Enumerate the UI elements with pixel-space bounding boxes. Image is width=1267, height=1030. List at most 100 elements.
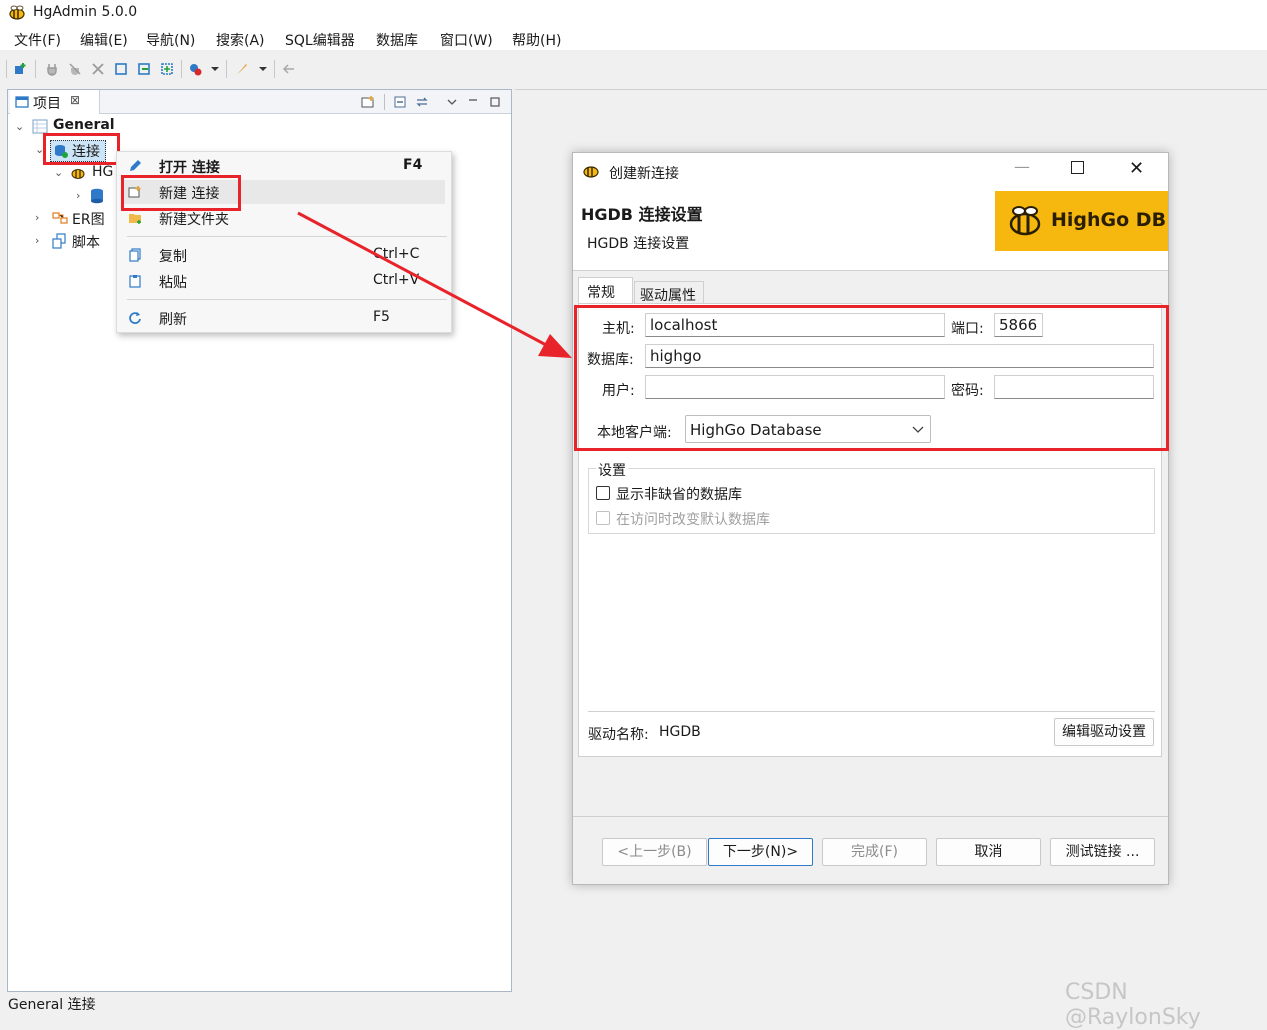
- highgo-logo: HighGo DB: [995, 191, 1168, 251]
- menu-search[interactable]: 搜索(A): [216, 30, 265, 50]
- driver-label: 驱动名称:: [588, 727, 649, 743]
- new-folder-icon: [129, 214, 141, 224]
- menu-help[interactable]: 帮助(H): [512, 30, 561, 50]
- dialog-footer-divider: [573, 816, 1168, 817]
- toolbar-separator: [226, 60, 227, 78]
- dialog-header: HGDB 连接设置 HGDB 连接设置 HighGo DB: [573, 191, 1168, 271]
- create-connection-dialog: 创建新连接 — ✕ HGDB 连接设置 HGDB 连接设置 HighGo DB …: [572, 152, 1169, 885]
- rollback-icon[interactable]: [137, 62, 151, 76]
- menu-separator: [127, 299, 447, 300]
- toolbar-separator: [274, 60, 275, 78]
- menu-item-accel: Ctrl+V: [373, 272, 420, 288]
- toolbar-separator: [181, 60, 182, 78]
- chevron-right-icon[interactable]: ›: [35, 234, 39, 247]
- toolbar-separator: [35, 60, 36, 78]
- chevron-down-icon[interactable]: ⌄: [54, 166, 63, 179]
- menu-item-copy[interactable]: 复制 Ctrl+C: [117, 243, 451, 267]
- rocket-icon[interactable]: [235, 62, 249, 76]
- driver-value: HGDB: [659, 724, 701, 740]
- new-connection-plug-icon[interactable]: [13, 62, 27, 76]
- highlight-connections-box: [43, 133, 120, 165]
- commit-icon[interactable]: [114, 62, 128, 76]
- menu-item-accel: F5: [373, 309, 390, 325]
- show-nondefault-label: 显示非缺省的数据库: [616, 487, 742, 503]
- minimize-icon[interactable]: [466, 95, 480, 109]
- tab-driver-properties-label: 驱动属性: [640, 288, 696, 304]
- window-titlebar: HgAdmin 5.0.0: [0, 0, 1267, 26]
- menu-item-refresh[interactable]: 刷新 F5: [117, 306, 451, 330]
- link-editor-icon[interactable]: [415, 95, 429, 109]
- tabbar-separator: [384, 94, 385, 110]
- view-menu-icon[interactable]: [445, 95, 459, 109]
- connect-icon[interactable]: [45, 62, 59, 76]
- tree-scripts[interactable]: 脚本: [72, 232, 100, 252]
- minimize-icon[interactable]: —: [1014, 157, 1030, 176]
- refresh-icon: [129, 312, 141, 324]
- tab-general-label: 常规: [587, 285, 615, 301]
- bee-connection-icon: [71, 169, 85, 179]
- settings-group-label: 设置: [596, 460, 628, 480]
- tab-general[interactable]: 常规: [578, 277, 633, 304]
- workspace-icon: [32, 119, 48, 134]
- menu-item-accel: F4: [403, 157, 423, 173]
- tab-project[interactable]: 项目 ⊠: [10, 90, 100, 114]
- menubar: 文件(F) 编辑(E) 导航(N) 搜索(A) SQL编辑器 数据库 窗口(W)…: [0, 26, 1267, 50]
- menu-item-label: 复制: [159, 249, 187, 265]
- maximize-icon[interactable]: [488, 95, 502, 109]
- menu-item-label: 刷新: [159, 312, 187, 328]
- menu-database[interactable]: 数据库: [376, 30, 418, 50]
- paste-icon: [129, 275, 141, 288]
- chevron-down-icon[interactable]: ⌄: [15, 120, 24, 133]
- watermark: CSDN @RaylonSky: [1065, 980, 1201, 1030]
- database-icon: [91, 188, 103, 204]
- scripts-icon: [52, 233, 66, 249]
- back-arrow-icon[interactable]: [282, 62, 296, 76]
- copy-icon: [129, 248, 141, 262]
- new-folder-icon[interactable]: [361, 95, 375, 109]
- highlight-fields-box: [574, 305, 1169, 451]
- tree-er-diagrams[interactable]: ER图: [72, 209, 105, 229]
- chevron-right-icon[interactable]: ›: [76, 189, 80, 202]
- maximize-icon[interactable]: [1071, 161, 1084, 174]
- menu-navigate[interactable]: 导航(N): [146, 30, 195, 50]
- transaction-mode-icon[interactable]: [160, 62, 174, 76]
- sql-editor-icon[interactable]: [188, 62, 202, 76]
- dialog-header-title: HGDB 连接设置: [581, 205, 703, 224]
- logo-text: HighGo DB: [1051, 209, 1167, 231]
- menu-file[interactable]: 文件(F): [14, 30, 61, 50]
- finish-button[interactable]: 完成(F): [822, 838, 927, 866]
- cancel-button[interactable]: 取消: [936, 838, 1041, 866]
- toolbar-separator: [6, 60, 7, 78]
- menu-item-label: 粘贴: [159, 275, 187, 291]
- dialog-titlebar: 创建新连接 — ✕: [573, 153, 1168, 191]
- highlight-new-connection-box: [121, 175, 241, 211]
- change-default-checkbox[interactable]: [596, 511, 610, 525]
- menu-edit[interactable]: 编辑(E): [80, 30, 128, 50]
- show-nondefault-checkbox[interactable]: [596, 486, 610, 500]
- disconnect-all-icon[interactable]: [91, 62, 105, 76]
- chevron-down-icon[interactable]: [208, 62, 222, 76]
- menu-item-accel: Ctrl+C: [373, 246, 420, 262]
- menu-item-paste[interactable]: 粘贴 Ctrl+V: [117, 269, 451, 293]
- chevron-down-icon[interactable]: [256, 62, 270, 76]
- test-connection-button[interactable]: 测试链接 ...: [1050, 838, 1155, 866]
- disconnect-icon[interactable]: [68, 62, 82, 76]
- collapse-all-icon[interactable]: [393, 95, 407, 109]
- back-button[interactable]: <上一步(B): [602, 838, 707, 866]
- menu-item-label: 新建文件夹: [159, 212, 229, 228]
- close-icon[interactable]: ✕: [1129, 158, 1144, 179]
- bee-logo-icon: [9, 5, 25, 20]
- next-button[interactable]: 下一步(N)>: [708, 838, 813, 866]
- menu-sql-editor[interactable]: SQL编辑器: [285, 30, 355, 50]
- pencil-icon: [130, 160, 141, 171]
- change-default-label: 在访问时改变默认数据库: [616, 512, 770, 528]
- tree-hg-connection[interactable]: HG: [92, 164, 113, 184]
- tab-driver-properties[interactable]: 驱动属性: [634, 281, 704, 304]
- window-title: HgAdmin 5.0.0: [33, 4, 138, 20]
- dialog-title: 创建新连接: [609, 166, 679, 182]
- close-icon[interactable]: ⊠: [70, 93, 80, 107]
- chevron-right-icon[interactable]: ›: [35, 211, 39, 224]
- edit-driver-button[interactable]: 编辑驱动设置: [1054, 718, 1154, 746]
- menu-window[interactable]: 窗口(W): [440, 30, 493, 50]
- menu-separator: [127, 236, 447, 237]
